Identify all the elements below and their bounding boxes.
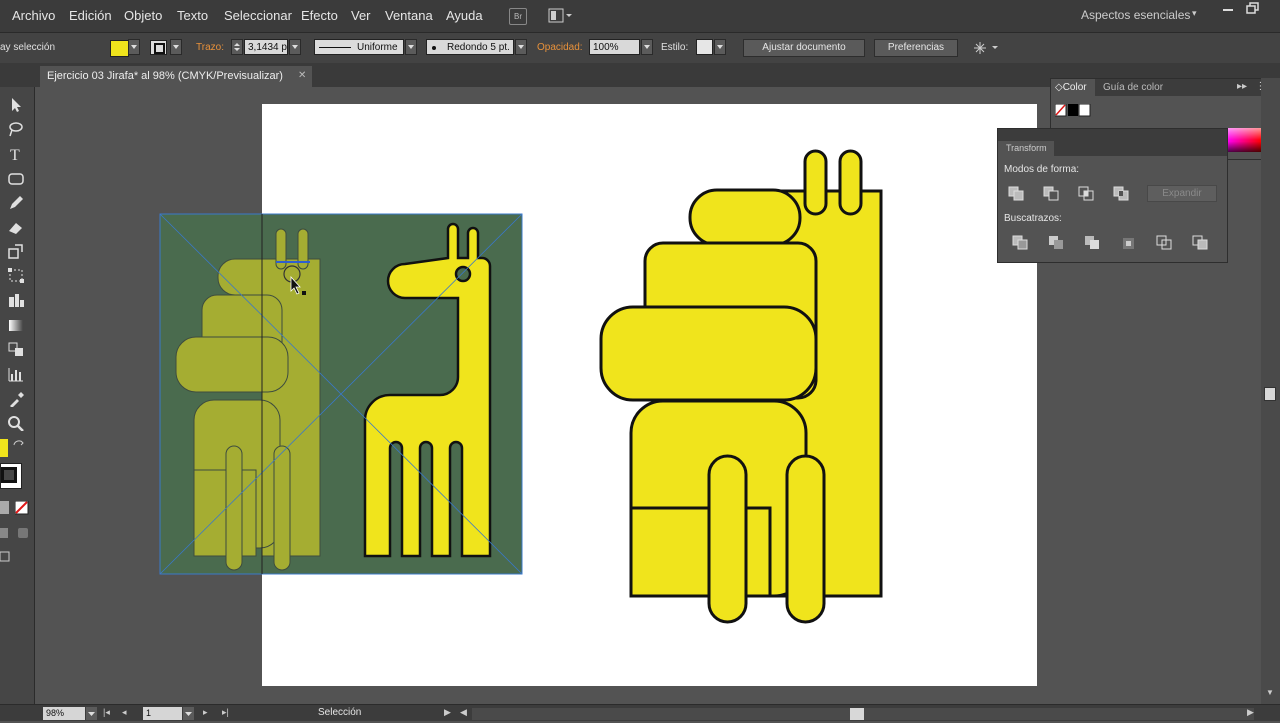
minus-front-icon[interactable] bbox=[1043, 186, 1061, 202]
chevron-down-icon bbox=[185, 712, 192, 716]
collapse-icon[interactable]: ▸▸ bbox=[1237, 81, 1247, 92]
color-swatches[interactable] bbox=[1055, 104, 1091, 118]
pathfinder-panel: Transform Modos de forma: Expandir Busca… bbox=[997, 128, 1228, 263]
merge-icon[interactable] bbox=[1084, 235, 1102, 251]
color-tab-label: ◇Color bbox=[1055, 82, 1087, 93]
vertical-scrollbar[interactable]: ▼ bbox=[1261, 78, 1280, 704]
zoom-dropdown[interactable] bbox=[86, 707, 97, 720]
pathfinder-panel-header: Transform bbox=[998, 129, 1227, 156]
scroll-down-icon[interactable]: ▼ bbox=[1266, 688, 1274, 697]
chevron-down-icon bbox=[88, 712, 95, 716]
giraffe-shapes[interactable] bbox=[599, 149, 883, 624]
leg-left[interactable] bbox=[707, 454, 748, 624]
body-shape[interactable] bbox=[599, 305, 818, 402]
scroll-left-icon[interactable]: ◀ bbox=[460, 707, 467, 718]
outline-icon[interactable] bbox=[1156, 235, 1174, 251]
crop-icon[interactable] bbox=[1120, 235, 1138, 251]
base-rectangle[interactable] bbox=[629, 506, 772, 598]
scroll-right-icon[interactable]: ▶ bbox=[1247, 707, 1254, 718]
next-artboard-icon[interactable]: ▸ bbox=[203, 707, 208, 718]
zoom-field[interactable]: 98% bbox=[43, 707, 85, 720]
tab-color-guide[interactable]: Guía de color bbox=[1103, 82, 1163, 93]
leg-right[interactable] bbox=[785, 454, 826, 624]
color-panel-header: ◇Color Guía de color ▸▸ ☰ bbox=[1051, 79, 1277, 96]
status-bar: 98% |◂ ◂ 1 ▸ ▸| Selección ▶ ◀ ▶ bbox=[0, 704, 1280, 721]
horn-right[interactable] bbox=[838, 149, 863, 216]
expand-button[interactable]: Expandir bbox=[1147, 185, 1217, 202]
giraffe-eye bbox=[454, 265, 472, 283]
artboard-dropdown[interactable] bbox=[183, 707, 194, 720]
vertical-scroll-thumb[interactable] bbox=[1264, 387, 1276, 401]
head-shape[interactable] bbox=[688, 188, 802, 247]
first-artboard-icon[interactable]: |◂ bbox=[103, 707, 110, 718]
unite-icon[interactable] bbox=[1008, 186, 1026, 202]
intersect-icon[interactable] bbox=[1078, 186, 1096, 202]
exclude-icon[interactable] bbox=[1113, 186, 1131, 202]
horizontal-scroll-thumb[interactable] bbox=[850, 708, 864, 720]
divide-icon[interactable] bbox=[1012, 235, 1030, 251]
pathfinders-label: Buscatrazos: bbox=[1004, 213, 1062, 224]
tab-transform-label: Transform bbox=[1006, 143, 1047, 153]
last-artboard-icon[interactable]: ▸| bbox=[222, 707, 229, 718]
horn-left[interactable] bbox=[803, 149, 828, 216]
prev-artboard-icon[interactable]: ◂ bbox=[122, 707, 127, 718]
status-menu-arrow-icon[interactable]: ▶ bbox=[444, 707, 451, 718]
trim-icon[interactable] bbox=[1048, 235, 1066, 251]
shape-modes-label: Modos de forma: bbox=[1004, 164, 1080, 175]
artboard-number-field[interactable]: 1 bbox=[143, 707, 182, 720]
horizontal-scrollbar[interactable] bbox=[472, 708, 1254, 720]
current-tool-label: Selección bbox=[318, 707, 362, 718]
minus-back-icon[interactable] bbox=[1192, 235, 1210, 251]
